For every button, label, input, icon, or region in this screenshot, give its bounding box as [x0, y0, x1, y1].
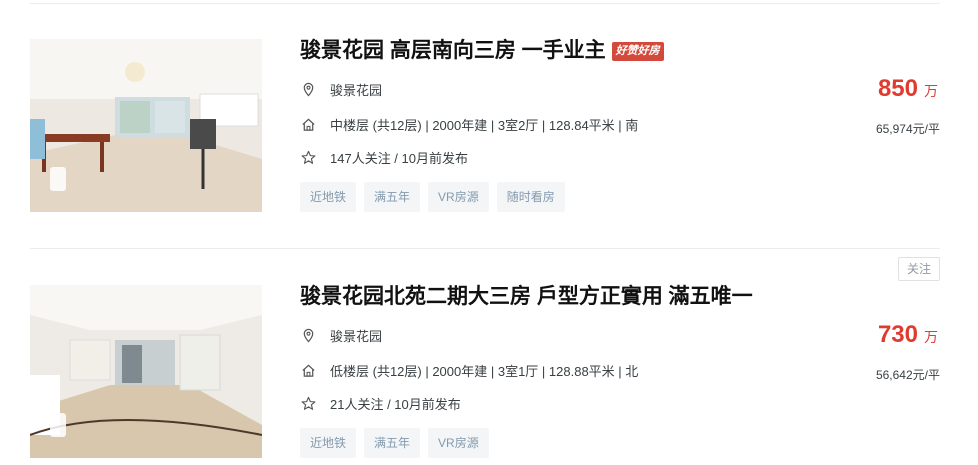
listing-card: 骏景花园 高层南向三房 一手业主 好赞好房 骏景花园 中楼层 (共12层) | …	[30, 37, 940, 213]
house-icon	[300, 362, 316, 378]
tag-list: 近地铁 满五年 VR房源 随时看房	[300, 182, 573, 212]
tag: 满五年	[364, 182, 421, 212]
location-pin-icon	[300, 81, 316, 97]
house-info: 中楼层 (共12层) | 2000年建 | 3室2厅 | 128.84平米 | …	[330, 117, 639, 133]
tag: 近地铁	[300, 428, 357, 458]
star-icon	[300, 395, 316, 411]
unit-price: 56,642元/平	[875, 368, 940, 382]
community-link[interactable]: 骏景花园	[330, 80, 382, 99]
tag: 满五年	[364, 428, 421, 458]
community-link[interactable]: 骏景花园	[330, 326, 382, 345]
price-unit: 万	[924, 329, 938, 345]
room-photo-1	[30, 39, 262, 212]
vr-badge-icon	[50, 167, 66, 191]
location-pin-icon	[300, 327, 316, 343]
price-unit: 万	[924, 83, 938, 99]
quality-badge: 好赞好房	[611, 41, 664, 61]
room-photo-2	[30, 285, 262, 458]
tag: 近地铁	[300, 182, 357, 212]
follow-button[interactable]: 关注	[897, 257, 940, 281]
tag: VR房源	[428, 182, 489, 212]
tag: VR房源	[428, 428, 489, 458]
listing-card: 关注 骏景花园北苑二期大三房 戶型方正實用 滿五唯一 骏景花园 低楼层 (共12…	[30, 257, 940, 459]
total-price: 730 万	[878, 321, 938, 349]
follow-info: 21人关注 / 10月前发布	[330, 396, 461, 412]
house-info: 低楼层 (共12层) | 2000年建 | 3室1厅 | 128.88平米 | …	[330, 363, 639, 379]
listing-title[interactable]: 骏景花园北苑二期大三房 戶型方正實用 滿五唯一	[300, 283, 753, 311]
tag: 随时看房	[496, 182, 565, 212]
total-price: 850 万	[878, 75, 938, 103]
listing-photo[interactable]	[30, 285, 262, 458]
star-icon	[300, 149, 316, 165]
tag-list: 近地铁 满五年 VR房源	[300, 428, 497, 458]
listing-divider	[30, 248, 940, 249]
listing-title[interactable]: 骏景花园 高层南向三房 一手业主	[300, 37, 606, 65]
unit-price: 65,974元/平	[875, 122, 940, 136]
follow-info: 147人关注 / 10月前发布	[330, 150, 468, 166]
top-divider	[30, 3, 940, 4]
vr-badge-icon	[50, 413, 66, 437]
house-icon	[300, 116, 316, 132]
price-value: 730	[877, 321, 918, 348]
listing-photo[interactable]	[30, 39, 262, 212]
price-value: 850	[877, 75, 918, 102]
